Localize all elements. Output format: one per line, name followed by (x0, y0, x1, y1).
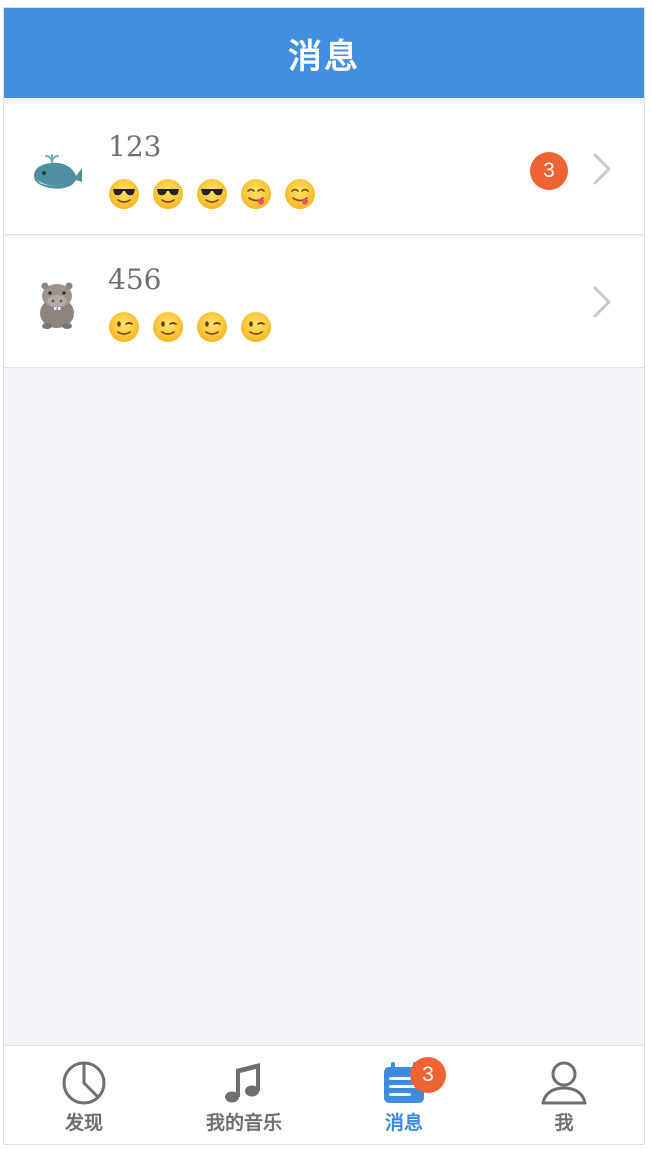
yum-emoji (285, 179, 315, 209)
sunglasses-emoji (197, 179, 227, 209)
tab-messages[interactable]: 3 消息 (324, 1046, 484, 1144)
sunglasses-emoji (109, 179, 139, 209)
wink-emoji (153, 312, 183, 342)
tab-discover[interactable]: 发现 (4, 1046, 164, 1144)
message-preview (108, 178, 316, 210)
unread-badge: 3 (530, 152, 568, 190)
message-preview (108, 311, 272, 343)
tab-label: 消息 (384, 1112, 423, 1134)
conversation-row-123[interactable]: 123 3 (4, 104, 644, 235)
chevron-right-icon (593, 286, 611, 318)
pie-chart-icon (62, 1061, 106, 1105)
wink-emoji (241, 312, 271, 342)
user-icon (541, 1061, 587, 1105)
hippo-icon (40, 282, 74, 329)
top-bar: 消息 (4, 8, 644, 98)
tab-label: 我 (554, 1112, 574, 1134)
yum-emoji (241, 179, 271, 209)
music-note-icon (225, 1063, 260, 1103)
conversation-row-456[interactable]: 456 (4, 237, 644, 368)
conversation-list: 123 3 456 (4, 104, 644, 370)
tab-label: 我的音乐 (205, 1112, 282, 1134)
chevron-right-icon (593, 153, 611, 185)
tab-my-music[interactable]: 我的音乐 (164, 1046, 324, 1144)
app-frame: 消息 123 3 456 发现 我的音乐 3 消息 我 (3, 7, 645, 1145)
sunglasses-emoji (153, 179, 183, 209)
page-title: 消息 (288, 36, 360, 77)
wink-emoji (109, 312, 139, 342)
contact-name: 123 (108, 130, 162, 163)
tab-unread-badge: 3 (410, 1057, 446, 1093)
tab-me[interactable]: 我 (484, 1046, 644, 1144)
tab-label: 发现 (64, 1112, 103, 1134)
wink-emoji (197, 312, 227, 342)
contact-name: 456 (108, 263, 162, 296)
whale-icon (34, 154, 82, 189)
bottom-tab-bar: 发现 我的音乐 3 消息 我 (4, 1045, 644, 1144)
